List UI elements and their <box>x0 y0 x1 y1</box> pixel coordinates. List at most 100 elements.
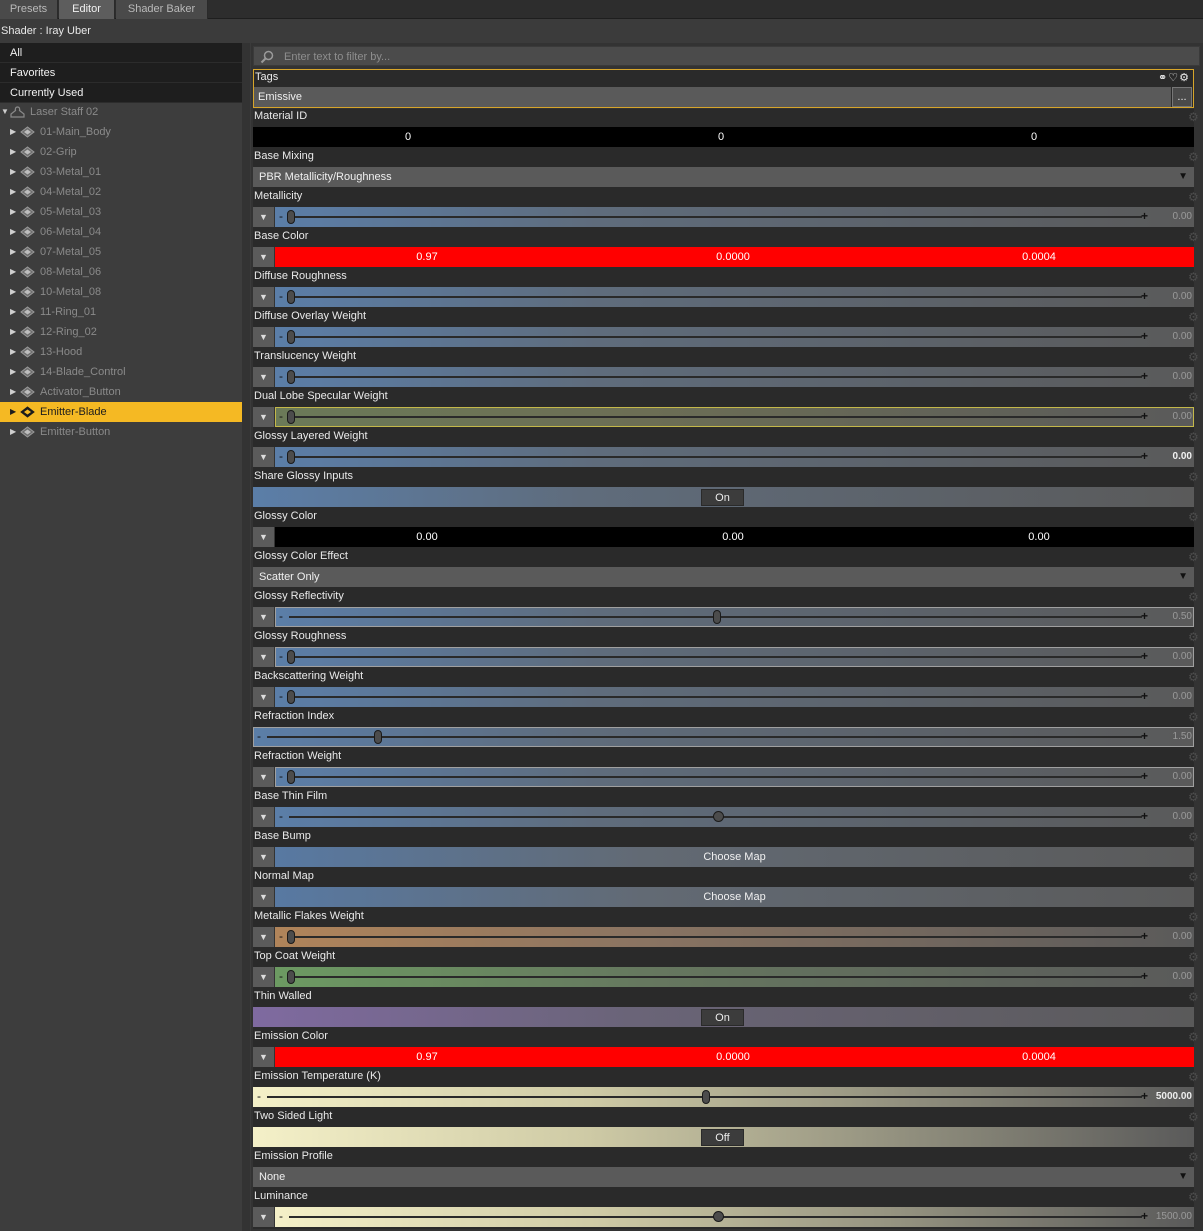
tree-root[interactable]: ▼ Laser Staff 02 <box>0 102 242 122</box>
slider-value[interactable]: 5000.00 <box>1156 1087 1192 1107</box>
emission-profile-dropdown[interactable]: None ▼ <box>253 1167 1194 1187</box>
translucency-weight-slider[interactable]: - +0.00 <box>275 367 1194 387</box>
slider-knob[interactable] <box>712 1211 724 1222</box>
gear-icon[interactable]: ⚙ <box>1188 791 1200 803</box>
increment-icon[interactable]: + <box>1141 730 1148 742</box>
expand-right-icon[interactable]: ▶ <box>10 242 16 262</box>
slider-menu-button[interactable]: ▼ <box>253 927 275 947</box>
color-menu-button[interactable]: ▼ <box>253 527 275 547</box>
slider-value[interactable]: 0.00 <box>1173 807 1192 827</box>
tree-item[interactable]: ▶ Activator_Button <box>0 382 242 402</box>
tree-item[interactable]: ▶ 05-Metal_03 <box>0 202 242 222</box>
increment-icon[interactable]: + <box>1141 1210 1148 1222</box>
gear-icon[interactable]: ⚙ <box>1188 151 1200 163</box>
slider-knob[interactable] <box>287 970 295 984</box>
increment-icon[interactable]: + <box>1141 970 1148 982</box>
emission-temperature-slider[interactable]: - +5000.00 <box>253 1087 1194 1107</box>
gear-icon[interactable]: ⚙ <box>1188 991 1200 1003</box>
decrement-icon[interactable]: - <box>279 690 283 702</box>
gear-icon[interactable]: ⚙ <box>1188 231 1200 243</box>
color-r[interactable]: 0.97 <box>367 1047 487 1067</box>
heart-icon[interactable]: ♡ <box>1168 72 1179 84</box>
decrement-icon[interactable]: - <box>257 730 261 742</box>
slider-value[interactable]: 1.50 <box>1173 727 1192 747</box>
gear-icon[interactable]: ⚙ <box>1188 471 1200 483</box>
expand-right-icon[interactable]: ▶ <box>10 382 16 402</box>
link-icon[interactable]: ⚭ <box>1158 72 1168 84</box>
decrement-icon[interactable]: - <box>279 810 283 822</box>
slider-menu-button[interactable]: ▼ <box>253 407 275 427</box>
slider-knob[interactable] <box>287 210 295 224</box>
tab-editor[interactable]: Editor <box>59 0 115 19</box>
gear-icon[interactable]: ⚙ <box>1188 871 1200 883</box>
increment-icon[interactable]: + <box>1141 810 1148 822</box>
gear-icon[interactable]: ⚙ <box>1188 311 1200 323</box>
increment-icon[interactable]: + <box>1141 450 1148 462</box>
expand-right-icon[interactable]: ▶ <box>10 402 16 422</box>
increment-icon[interactable]: + <box>1141 330 1148 342</box>
increment-icon[interactable]: + <box>1141 930 1148 942</box>
expand-down-icon[interactable]: ▼ <box>1 102 9 122</box>
color-b[interactable]: 0.0004 <box>979 247 1099 267</box>
color-swatch[interactable]: 0.00 0.00 0.00 <box>275 527 1194 547</box>
search-input[interactable] <box>284 48 1184 65</box>
slider-knob[interactable] <box>287 690 295 704</box>
decrement-icon[interactable]: - <box>279 930 283 942</box>
slider-knob[interactable] <box>701 1090 710 1104</box>
slider-value[interactable]: 0.00 <box>1173 687 1192 707</box>
color-swatch[interactable]: 0.97 0.0000 0.0004 <box>275 247 1194 267</box>
gear-icon[interactable]: ⚙ <box>1188 111 1200 123</box>
decrement-icon[interactable]: - <box>279 970 283 982</box>
slider-knob[interactable] <box>712 811 724 822</box>
color-swatch[interactable]: 0.97 0.0000 0.0004 <box>275 1047 1194 1067</box>
map-menu-button[interactable]: ▼ <box>253 847 275 867</box>
expand-right-icon[interactable]: ▶ <box>10 222 16 242</box>
tree-item[interactable]: ▶ 14-Blade_Control <box>0 362 242 382</box>
decrement-icon[interactable]: - <box>279 330 283 342</box>
tree-item[interactable]: ▶ 08-Metal_06 <box>0 262 242 282</box>
slider-value[interactable]: 0.00 <box>1173 367 1192 387</box>
slider-menu-button[interactable]: ▼ <box>253 327 275 347</box>
dual-lobe-specular-weight-slider[interactable]: - +0.00 <box>275 407 1194 427</box>
expand-right-icon[interactable]: ▶ <box>10 202 16 222</box>
gear-icon[interactable]: ⚙ <box>1188 511 1200 523</box>
top-coat-weight-slider[interactable]: - +0.00 <box>275 967 1194 987</box>
gear-icon[interactable]: ⚙ <box>1188 951 1200 963</box>
material-id-b[interactable]: 0 <box>974 127 1094 147</box>
tree-item[interactable]: ▶ 03-Metal_01 <box>0 162 242 182</box>
slider-menu-button[interactable]: ▼ <box>253 207 275 227</box>
decrement-icon[interactable]: - <box>279 450 283 462</box>
slider-value[interactable]: 0.00 <box>1173 287 1192 307</box>
expand-right-icon[interactable]: ▶ <box>10 262 16 282</box>
expand-right-icon[interactable]: ▶ <box>10 162 16 182</box>
metallic-flakes-weight-slider[interactable]: - +0.00 <box>275 927 1194 947</box>
tab-presets[interactable]: Presets <box>0 0 58 19</box>
metallicity-slider[interactable]: - +0.00 <box>275 207 1194 227</box>
gear-icon[interactable]: ⚙ <box>1188 1071 1200 1083</box>
backscattering-weight-slider[interactable]: - +0.00 <box>275 687 1194 707</box>
refraction-index-slider[interactable]: - +1.50 <box>253 727 1194 747</box>
decrement-icon[interactable]: - <box>279 410 283 422</box>
gear-icon[interactable]: ⚙ <box>1188 1031 1200 1043</box>
slider-menu-button[interactable]: ▼ <box>253 367 275 387</box>
map-menu-button[interactable]: ▼ <box>253 887 275 907</box>
decrement-icon[interactable]: - <box>257 1090 261 1102</box>
expand-right-icon[interactable]: ▶ <box>10 422 16 442</box>
gear-icon[interactable]: ⚙ <box>1188 351 1200 363</box>
color-menu-button[interactable]: ▼ <box>253 247 275 267</box>
gear-icon[interactable]: ⚙ <box>1188 1111 1200 1123</box>
tree-item[interactable]: ▶ 12-Ring_02 <box>0 322 242 342</box>
diffuse-overlay-weight-slider[interactable]: - +0.00 <box>275 327 1194 347</box>
increment-icon[interactable]: + <box>1141 610 1148 622</box>
material-id-r[interactable]: 0 <box>348 127 468 147</box>
slider-knob[interactable] <box>287 770 295 784</box>
slider-menu-button[interactable]: ▼ <box>253 767 275 787</box>
tree-item[interactable]: ▶ 04-Metal_02 <box>0 182 242 202</box>
tree-item[interactable]: ▶ 01-Main_Body <box>0 122 242 142</box>
expand-right-icon[interactable]: ▶ <box>10 122 16 142</box>
tree-item[interactable]: ▶ 13-Hood <box>0 342 242 362</box>
slider-value[interactable]: 0.50 <box>1173 607 1192 627</box>
color-g[interactable]: 0.00 <box>673 527 793 547</box>
slider-value[interactable]: 0.00 <box>1173 967 1192 987</box>
base-thin-film-slider[interactable]: - +0.00 <box>275 807 1194 827</box>
